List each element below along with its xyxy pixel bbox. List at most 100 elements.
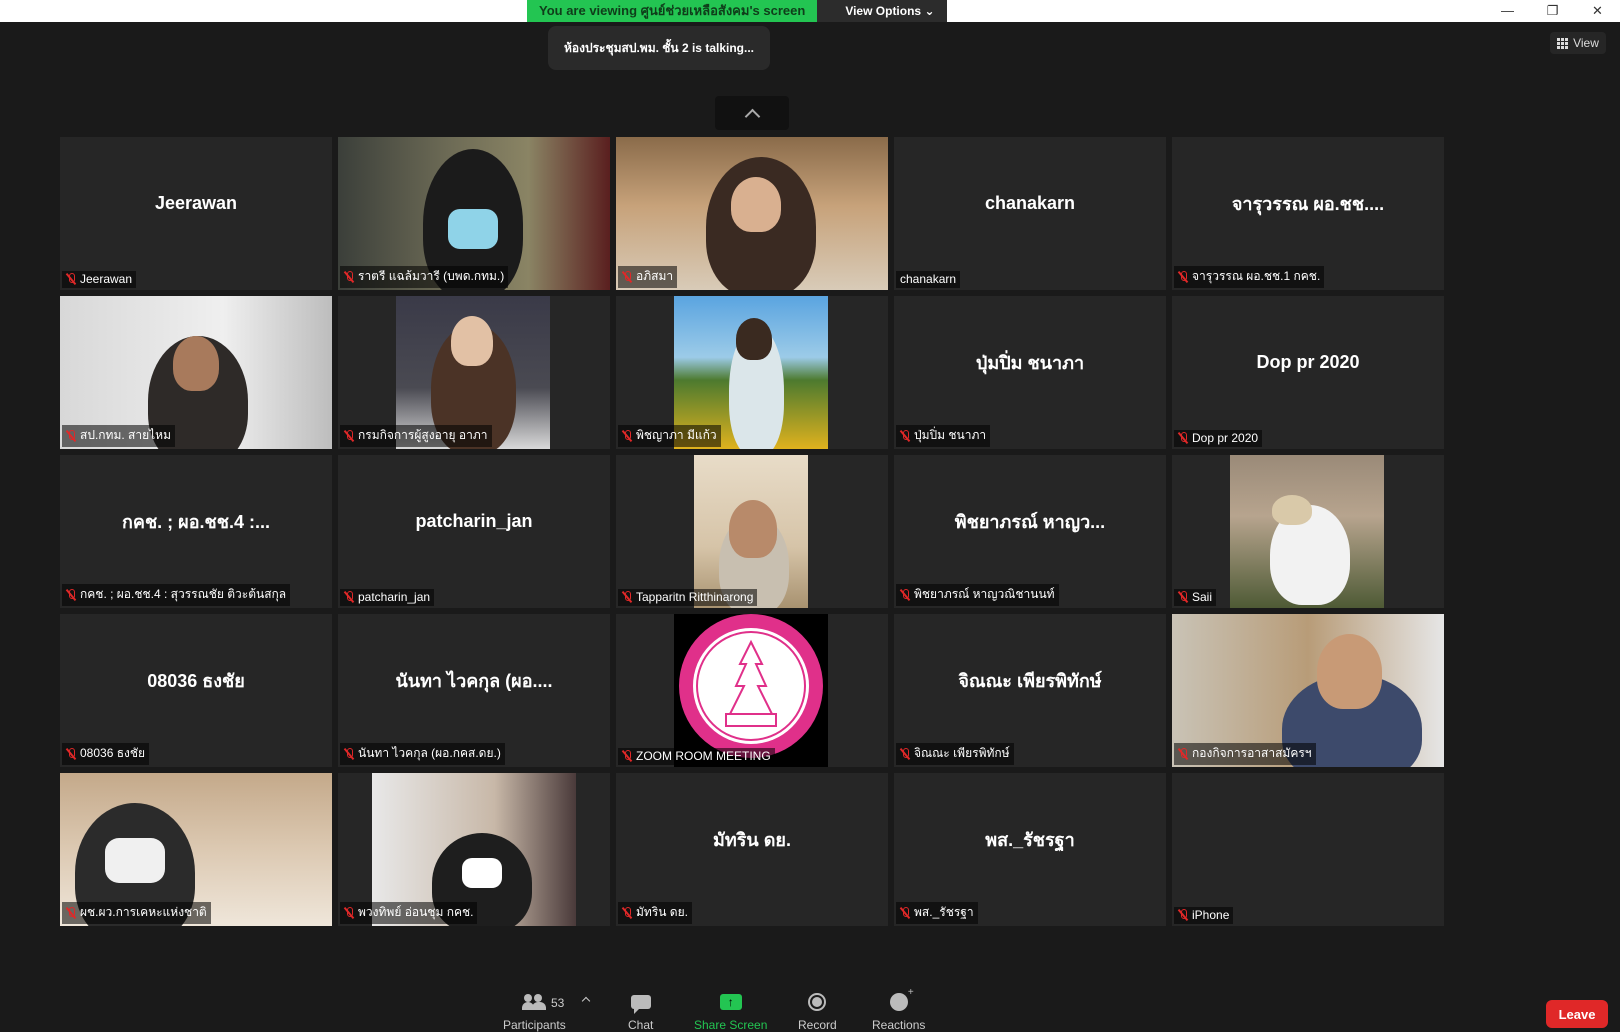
window-controls: — ❐ ✕	[1485, 0, 1620, 22]
participant-tile[interactable]: patcharin_jan patcharin_jan	[338, 455, 610, 608]
mic-muted-icon	[622, 591, 632, 603]
participant-face	[451, 316, 493, 366]
leave-button[interactable]: Leave	[1546, 1000, 1608, 1028]
viewing-screen-text: You are viewing ศูนย์ช่วยเหลือสังคม's sc…	[527, 0, 818, 22]
participant-hat	[1272, 495, 1312, 525]
participant-tile[interactable]: นันทา ไวคกุล (ผอ.... นันทา ไวคกุล (ผอ.กค…	[338, 614, 610, 767]
participant-name-label: กคช. ; ผอ.ชช.4 : สุวรรณชัย ติวะต้นสกุล	[62, 584, 291, 606]
participants-count: 53	[551, 996, 565, 1010]
share-screen-label: Share Screen	[694, 1018, 768, 1032]
participant-tile[interactable]: chanakarn chanakarn	[894, 137, 1166, 290]
participant-name-label: พิชญาภา มีแก้ว	[618, 425, 721, 447]
mic-muted-icon	[344, 429, 354, 442]
chevron-up-icon	[744, 108, 760, 124]
participant-tile[interactable]: สป.กทม. สายไหม	[60, 296, 332, 449]
participant-tile[interactable]: ปุ่มปิ่ม ชนาภา ปุ่มปิ่ม ชนาภา	[894, 296, 1166, 449]
mic-muted-icon	[344, 747, 354, 760]
chat-icon	[630, 995, 651, 1014]
participant-tile[interactable]: Dop pr 2020 Dop pr 2020	[1172, 296, 1444, 449]
participant-name-label: Tapparitn Ritthinarong	[618, 589, 758, 606]
participant-name-label: มัทริน ดย.	[618, 902, 692, 924]
participant-display-name: กคช. ; ผอ.ชช.4 :...	[122, 512, 270, 532]
participant-name-label: ปุ่มปิ่ม ชนาภา	[896, 425, 991, 447]
participant-name: สป.กทม. สายไหม	[80, 428, 171, 442]
participant-name: กคช. ; ผอ.ชช.4 : สุวรรณชัย ติวะต้นสกุล	[80, 587, 287, 601]
participant-tile[interactable]: พิชญาภา มีแก้ว	[616, 296, 888, 449]
participant-name-label: นันทา ไวคกุล (ผอ.กคส.ดย.)	[340, 743, 505, 765]
participant-display-name: 08036 ธงชัย	[147, 671, 245, 691]
share-screen-button[interactable]: ↑ Share Screen	[694, 992, 767, 1032]
participant-tile[interactable]: พส._รัชรฐา พส._รัชรฐา	[894, 773, 1166, 926]
mic-muted-icon	[622, 906, 632, 919]
participant-tile[interactable]: ราตรี แฉล้มวารี (บพด.กทม.)	[338, 137, 610, 290]
participant-name: จิณณะ เพียรพิทักษ์	[914, 746, 1010, 760]
participant-display-name: นันทา ไวคกุล (ผอ....	[395, 671, 553, 691]
mic-muted-icon	[344, 906, 354, 919]
mic-muted-icon	[1178, 270, 1188, 283]
participant-video	[1230, 455, 1384, 608]
participant-tile[interactable]: กรมกิจการผู้สูงอายุ อาภา	[338, 296, 610, 449]
participant-name-label: พิชยาภรณ์ หาญวณิชานนท์	[896, 584, 1059, 606]
participant-name: ปุ่มปิ่ม ชนาภา	[914, 428, 987, 442]
mic-muted-icon	[1178, 432, 1188, 444]
participant-name-label: สป.กทม. สายไหม	[62, 425, 175, 447]
restore-button[interactable]: ❐	[1530, 0, 1575, 22]
participant-name-label: กรมกิจการผู้สูงอายุ อาภา	[340, 425, 492, 447]
participant-face	[731, 177, 781, 232]
participant-name: 08036 ธงชัย	[80, 746, 146, 760]
participant-tile[interactable]: กองกิจการอาสาสมัครฯ	[1172, 614, 1444, 767]
participant-name: จารุวรรณ ผอ.ชช.1 กคช.	[1192, 269, 1321, 283]
participant-name: กองกิจการอาสาสมัครฯ	[1192, 746, 1312, 760]
mic-muted-icon	[66, 588, 76, 601]
participant-tile[interactable]: Tapparitn Ritthinarong	[616, 455, 888, 608]
minimize-button[interactable]: —	[1485, 0, 1530, 22]
participant-tile[interactable]: อภิสมา	[616, 137, 888, 290]
participant-tile[interactable]: จิณณะ เพียรพิทักษ์ จิณณะ เพียรพิทักษ์	[894, 614, 1166, 767]
participant-tile[interactable]: Jeerawan Jeerawan	[60, 137, 332, 290]
chat-button[interactable]: Chat	[628, 992, 653, 1032]
participant-name: อภิสมา	[636, 269, 674, 283]
ministry-seal-logo	[679, 614, 823, 758]
mic-muted-icon	[900, 429, 910, 442]
participant-tile[interactable]: กคช. ; ผอ.ชช.4 :... กคช. ; ผอ.ชช.4 : สุว…	[60, 455, 332, 608]
participant-tile[interactable]: มัทริน ดย. มัทริน ดย.	[616, 773, 888, 926]
participant-name: มัทริน ดย.	[636, 905, 688, 919]
participant-tile[interactable]: iPhone	[1172, 773, 1444, 926]
participant-tile[interactable]: Saii	[1172, 455, 1444, 608]
participant-name: Jeerawan	[80, 272, 133, 286]
participants-icon	[522, 994, 547, 1010]
participant-name: chanakarn	[900, 272, 957, 286]
participant-display-name: พส._รัชรฐา	[985, 830, 1075, 850]
mic-muted-icon	[344, 270, 354, 283]
reactions-button[interactable]: Reactions	[872, 987, 925, 1032]
participant-name-label: Saii	[1174, 589, 1217, 606]
record-button[interactable]: Record	[798, 992, 837, 1032]
screen-share-banner: You are viewing ศูนย์ช่วยเหลือสังคม's sc…	[527, 0, 947, 22]
participant-display-name: Dop pr 2020	[1256, 352, 1360, 372]
mic-muted-icon	[66, 906, 76, 919]
participant-name-label: patcharin_jan	[340, 589, 435, 606]
participant-tile[interactable]: จารุวรรณ ผอ.ชช.... จารุวรรณ ผอ.ชช.1 กคช.	[1172, 137, 1444, 290]
participant-face	[1317, 634, 1382, 709]
mic-muted-icon	[1178, 909, 1188, 921]
meeting-toolbar: Participants Chat ↑ Share Screen Record …	[0, 980, 1620, 1032]
participant-tile[interactable]: ZOOM ROOM MEETING	[616, 614, 888, 767]
mic-muted-icon	[344, 591, 354, 603]
view-options-button[interactable]: View Options ⌄	[817, 0, 947, 22]
participant-tile[interactable]: พิชยาภรณ์ หาญว... พิชยาภรณ์ หาญวณิชานนท์	[894, 455, 1166, 608]
participant-name-label: ZOOM ROOM MEETING	[618, 748, 775, 765]
collapse-gallery-button[interactable]	[715, 96, 789, 130]
participant-name-label: ผช.ผว.การเคหะแห่งชาติ	[62, 902, 211, 924]
participant-tile[interactable]: พวงทิพย์ อ่อนชุม กคช.	[338, 773, 610, 926]
participant-name-label: อภิสมา	[618, 266, 678, 288]
participant-face	[173, 336, 219, 391]
participant-display-name: พิชยาภรณ์ หาญว...	[954, 512, 1106, 532]
participant-tile[interactable]: ผช.ผว.การเคหะแห่งชาติ	[60, 773, 332, 926]
view-layout-button[interactable]: View	[1550, 32, 1606, 54]
mic-muted-icon	[900, 747, 910, 760]
mic-muted-icon	[66, 273, 76, 285]
participant-tile[interactable]: 08036 ธงชัย 08036 ธงชัย	[60, 614, 332, 767]
close-button[interactable]: ✕	[1575, 0, 1620, 22]
participant-face	[729, 500, 777, 558]
participant-name: นันทา ไวคกุล (ผอ.กคส.ดย.)	[358, 746, 501, 760]
